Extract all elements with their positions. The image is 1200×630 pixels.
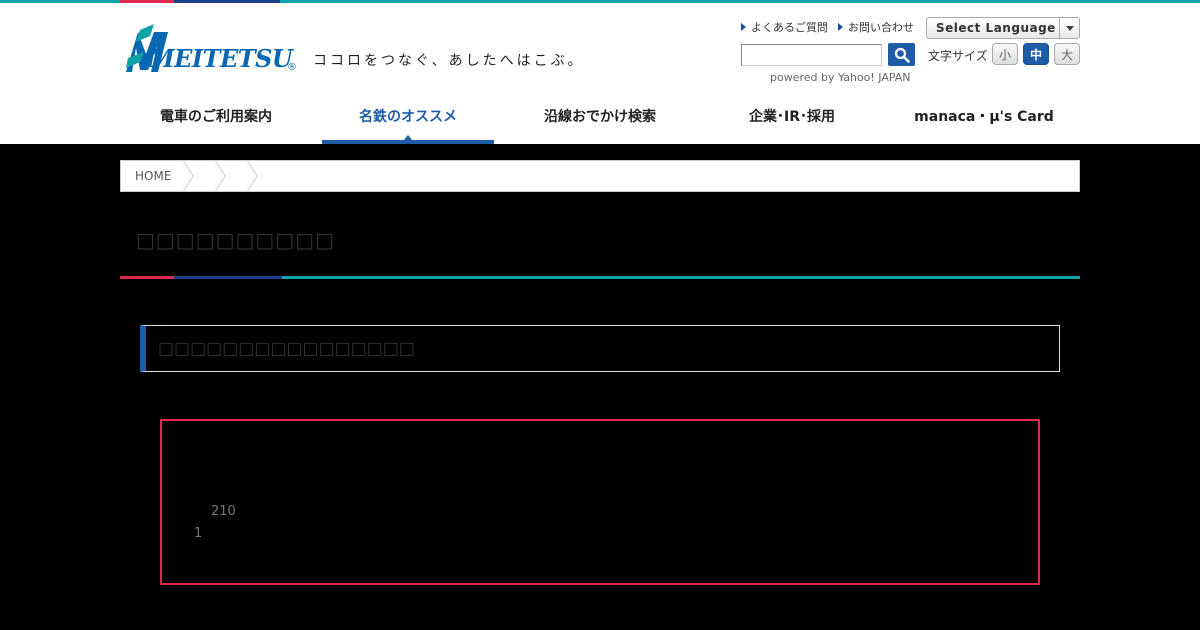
contact-link-label: お問い合わせ	[848, 21, 914, 34]
section-heading-text: □□□□□□□□□□□□□□□□	[158, 338, 415, 359]
content-value: 210	[211, 504, 236, 519]
breadcrumb: HOME	[120, 160, 1080, 192]
search-icon	[894, 47, 910, 63]
breadcrumb-separator-icon	[246, 160, 258, 192]
nav-item-outing-search[interactable]: 沿線おでかけ検索	[504, 94, 696, 144]
top-color-bar	[0, 0, 1200, 3]
breadcrumb-home[interactable]: HOME	[121, 169, 181, 183]
nav-item-corporate[interactable]: 企業･IR･採用	[696, 94, 888, 144]
tagline: ココロをつなぐ、あしたへはこぶ。	[313, 53, 585, 69]
global-nav: 電車のご利用案内 名鉄のオススメ 沿線おでかけ検索 企業･IR･採用 manac…	[120, 94, 1080, 144]
faq-link-label: よくあるご質問	[751, 21, 828, 34]
site-header: MEITETSU ® ココロをつなぐ、あしたへはこぶ。 よくあるご質問 お問い合…	[0, 0, 1200, 144]
logo-wordmark[interactable]: MEITETSU	[148, 44, 293, 73]
search-button[interactable]	[888, 43, 915, 66]
nav-item-train-guide[interactable]: 電車のご利用案内	[120, 94, 312, 144]
registered-mark: ®	[287, 62, 297, 73]
nav-item-recommended[interactable]: 名鉄のオススメ	[312, 94, 504, 144]
content-box	[160, 419, 1040, 585]
contact-link[interactable]: お問い合わせ	[838, 19, 914, 35]
triangle-right-icon	[741, 23, 746, 31]
breadcrumb-separator-icon	[182, 160, 194, 192]
content-value: 1	[194, 526, 203, 541]
header-links: よくあるご質問 お問い合わせ	[741, 19, 914, 35]
section-heading: □□□□□□□□□□□□□□□□	[140, 325, 1060, 372]
language-select[interactable]: Select Language	[926, 17, 1080, 39]
font-size-medium-button[interactable]: 中	[1023, 43, 1049, 65]
title-divider	[120, 276, 1080, 279]
breadcrumb-separator-icon	[214, 160, 226, 192]
chevron-down-icon	[1066, 26, 1074, 31]
page-title: □□□□□□□□□□	[136, 228, 335, 252]
font-size-large-button[interactable]: 大	[1054, 43, 1080, 65]
nav-item-manaca[interactable]: manaca・μ's Card	[888, 94, 1080, 144]
triangle-right-icon	[838, 23, 843, 31]
font-size-label: 文字サイズ	[928, 49, 988, 63]
faq-link[interactable]: よくあるご質問	[741, 19, 828, 35]
font-size-small-button[interactable]: 小	[992, 43, 1018, 65]
language-select-value: Select Language	[936, 21, 1056, 35]
search-powered-by: powered by Yahoo! JAPAN	[770, 71, 911, 84]
search-input[interactable]	[741, 44, 882, 66]
